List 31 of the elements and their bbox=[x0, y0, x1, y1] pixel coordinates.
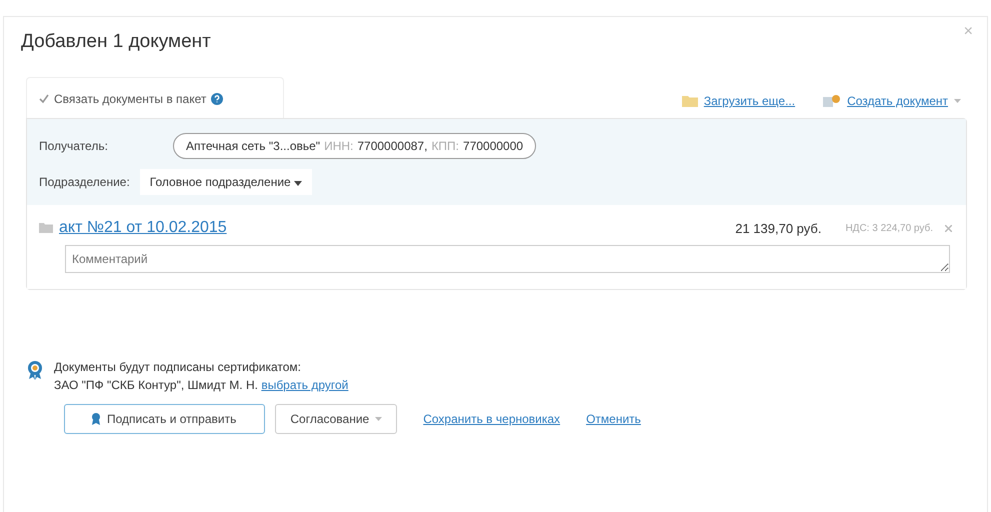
recipient-field[interactable]: Аптечная сеть "3...овье" ИНН: 7700000087, КПП: 770000000 bbox=[173, 133, 536, 159]
document-sum: 21 139,70 руб. bbox=[735, 220, 822, 236]
close-icon[interactable] bbox=[945, 224, 952, 232]
approval-dropdown[interactable]: Согласование bbox=[275, 404, 398, 434]
checkbox[interactable] bbox=[39, 94, 49, 104]
action-link[interactable]: Отменить bbox=[586, 412, 641, 426]
choose-other-link[interactable]: выбрать другой bbox=[261, 378, 348, 392]
badge-icon bbox=[91, 413, 101, 425]
caret-icon[interactable] bbox=[954, 99, 961, 103]
division-dropdown[interactable]: Головное подразделение bbox=[140, 169, 312, 195]
certificate-owner: ЗАО "ПФ "СКБ Контур", Шмидт М. Н. bbox=[54, 378, 258, 392]
tab-label: Связать документы в пакет bbox=[54, 92, 206, 106]
sign-send-button[interactable]: Подписать и отправить bbox=[64, 404, 266, 434]
division-label: Подразделение: bbox=[39, 175, 130, 189]
dialog-title: Добавлен 1 документ bbox=[21, 31, 212, 53]
action-link[interactable]: Загрузить еще... bbox=[704, 94, 796, 108]
package-tab[interactable]: Связать документы в пакет bbox=[26, 77, 284, 118]
document-link[interactable]: акт №21 от 10.02.2015 bbox=[59, 219, 227, 237]
document-plus-icon bbox=[823, 95, 842, 107]
action-link[interactable]: Создать документ bbox=[847, 94, 948, 108]
caret-icon bbox=[375, 417, 382, 421]
caret-icon bbox=[294, 181, 302, 186]
comment-field[interactable]: Комментарий bbox=[65, 245, 950, 273]
help-icon[interactable] bbox=[211, 93, 224, 105]
badge-icon bbox=[26, 360, 44, 380]
certificate-text: Документы будут подписаны сертификатом: bbox=[54, 360, 302, 374]
folder-icon bbox=[39, 223, 53, 233]
vat-amount: НДС: 3 224,70 руб. bbox=[845, 222, 933, 234]
recipient-label: Получатель: bbox=[39, 139, 109, 153]
action-link[interactable]: Сохранить в черновиках bbox=[423, 412, 560, 426]
folder-icon bbox=[682, 95, 698, 107]
